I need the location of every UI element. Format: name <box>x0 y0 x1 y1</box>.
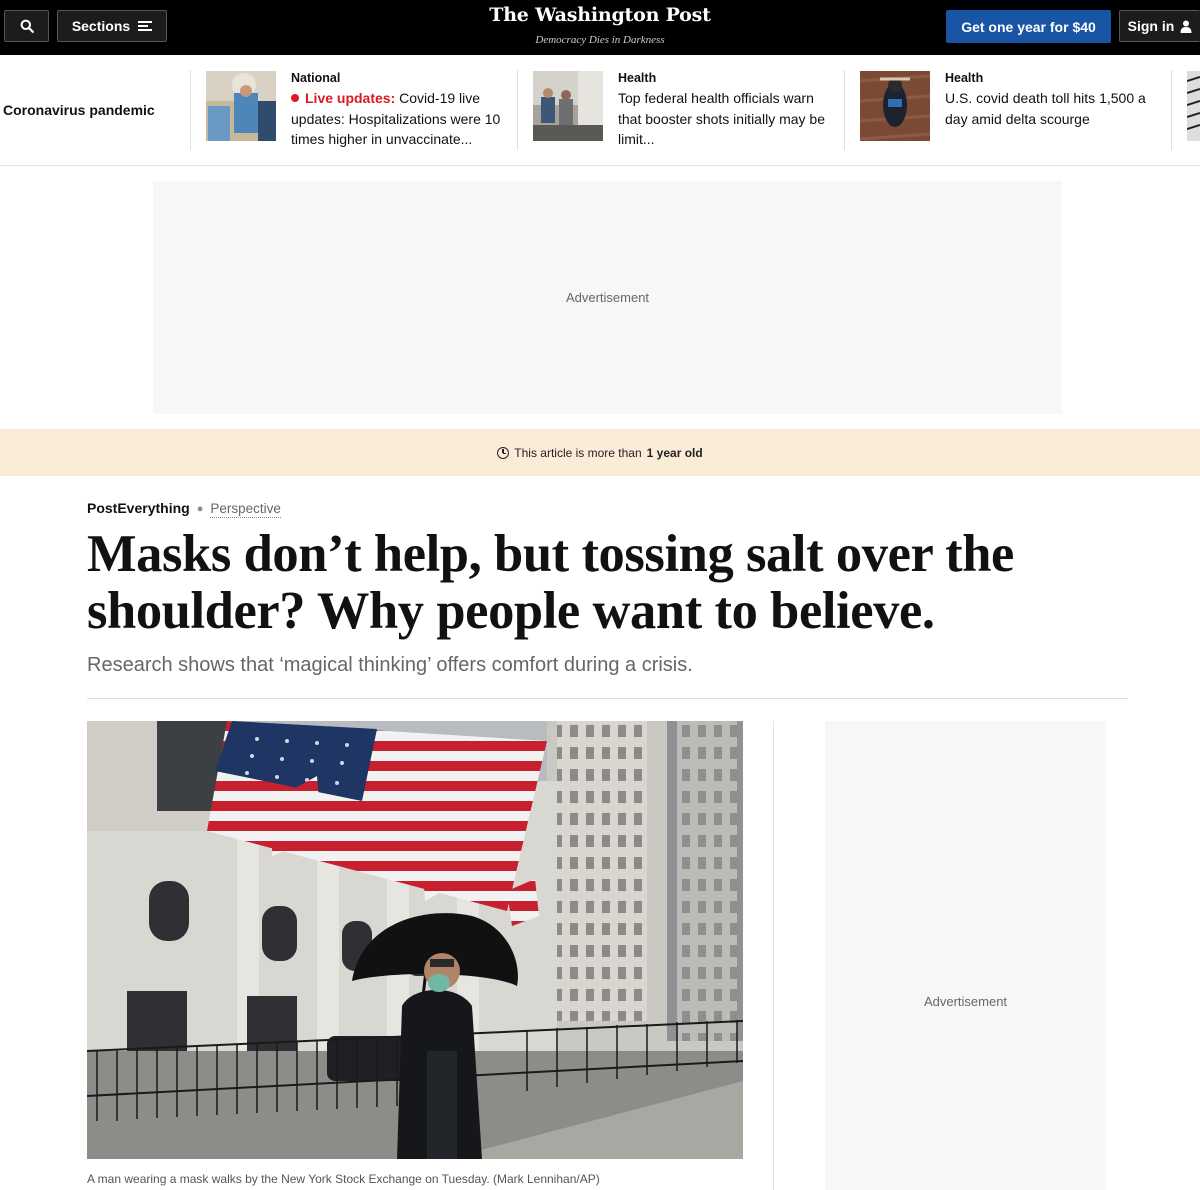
story-headline[interactable]: U.S. covid death toll hits 1,500 a day a… <box>945 88 1165 129</box>
advertisement-side[interactable]: Advertisement <box>825 721 1106 1190</box>
lead-photo[interactable] <box>87 721 743 1159</box>
story-thumbnail[interactable] <box>1187 71 1200 141</box>
story-headline[interactable]: Live updates: Covid-19 live updates: Hos… <box>291 88 511 150</box>
advertisement-top[interactable]: Advertisement <box>153 181 1062 414</box>
column-divider <box>773 721 774 1190</box>
perspective-label[interactable]: Perspective <box>210 501 281 518</box>
article-title: Masks don’t help, but tossing salt over … <box>87 525 1014 640</box>
live-dot-icon <box>291 94 299 102</box>
ad-label: Advertisement <box>923 994 1008 1009</box>
age-banner-bold: 1 year old <box>646 445 703 460</box>
top-nav-bar: Sections The Washington Post Democracy D… <box>0 0 1200 55</box>
age-banner-text: This article is more than <box>514 445 642 460</box>
strip-divider <box>517 70 518 150</box>
story-headline[interactable]: Top federal health officials warn that b… <box>618 88 838 150</box>
photo-caption: A man wearing a mask walks by the New Yo… <box>87 1172 600 1186</box>
story-thumbnail[interactable] <box>860 71 930 141</box>
story-kicker: Health <box>945 71 984 85</box>
story-kicker: National <box>291 71 341 85</box>
live-updates-label: Live updates: <box>305 90 396 106</box>
article-dek: Research shows that ‘magical thinking’ o… <box>87 654 693 676</box>
section-link[interactable]: PostEverything <box>87 500 190 516</box>
bullet-separator: ● <box>196 503 204 515</box>
user-icon <box>1180 20 1192 33</box>
headlines-strip: Coronavirus pandemic National Live updat… <box>0 55 1200 166</box>
subscribe-button[interactable]: Get one year for $40 <box>946 10 1111 43</box>
ad-label: Advertisement <box>565 290 650 305</box>
strip-divider <box>190 70 191 150</box>
strip-divider <box>844 70 845 150</box>
sign-in-button[interactable]: Sign in <box>1119 10 1200 42</box>
story-thumbnail[interactable] <box>206 71 276 141</box>
strip-topic-label[interactable]: Coronavirus pandemic <box>3 102 155 118</box>
sign-in-label: Sign in <box>1127 18 1175 34</box>
article-age-banner: This article is more than 1 year old <box>0 429 1200 476</box>
strip-divider <box>1171 70 1172 150</box>
article-section-line: PostEverything ● Perspective <box>87 500 281 518</box>
story-kicker: Health <box>618 71 657 85</box>
header-divider <box>87 698 1128 699</box>
story-thumbnail[interactable] <box>533 71 603 141</box>
clock-icon <box>497 446 510 459</box>
